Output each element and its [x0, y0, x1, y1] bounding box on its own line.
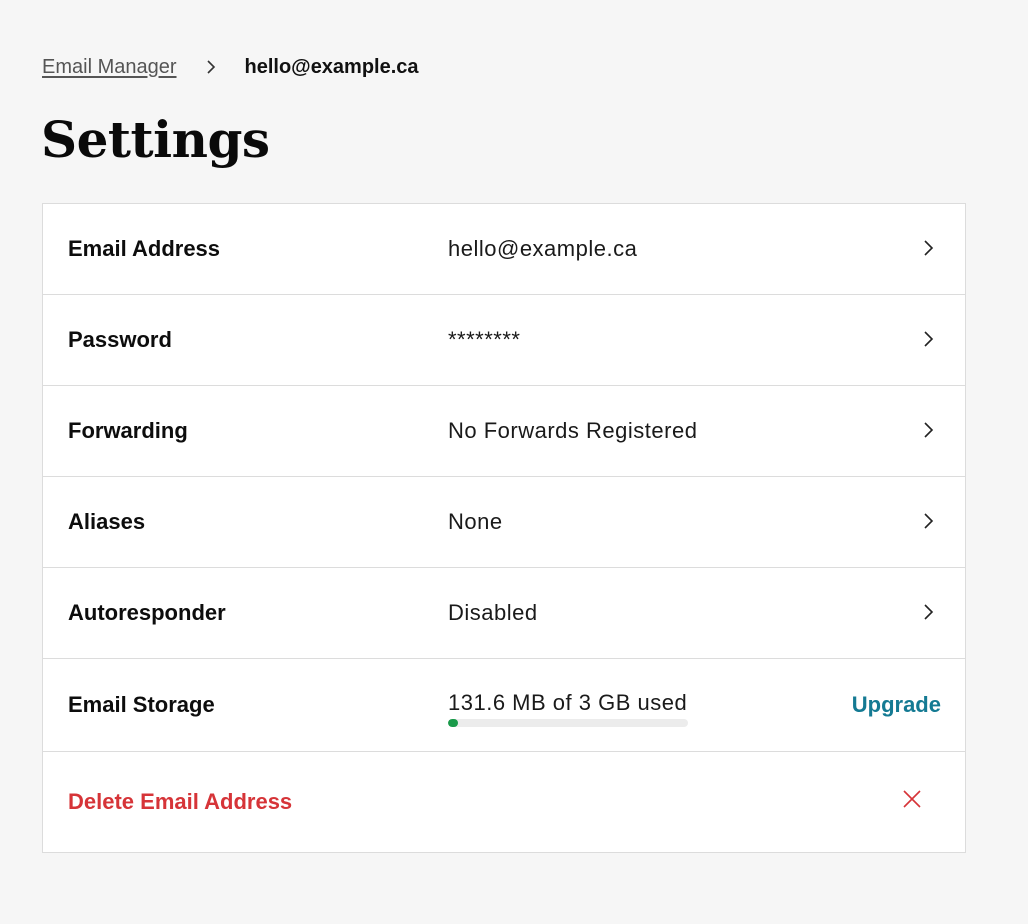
email-storage-row: Email Storage 131.6 MB of 3 GB used Upgr… [43, 659, 965, 752]
chevron-right-icon [199, 55, 223, 79]
aliases-value: None [448, 509, 503, 534]
forwarding-label: Forwarding [68, 418, 188, 443]
breadcrumb: Email Manager hello@example.ca [42, 54, 419, 80]
autoresponder-row[interactable]: Autoresponder Disabled [43, 568, 965, 659]
delete-email-address-label: Delete Email Address [68, 789, 293, 814]
autoresponder-value: Disabled [448, 600, 538, 625]
chevron-right-icon [923, 602, 935, 622]
email-address-label: Email Address [68, 236, 221, 261]
storage-progress-fill [448, 719, 459, 727]
forwarding-row[interactable]: Forwarding No Forwards Registered [43, 386, 965, 477]
upgrade-link[interactable]: Upgrade [852, 659, 941, 751]
chevron-right-icon [923, 238, 935, 258]
password-row[interactable]: Password ******** [43, 295, 965, 386]
storage-progress-bar [448, 719, 688, 727]
close-icon[interactable] [903, 790, 921, 808]
email-storage-label: Email Storage [68, 692, 215, 717]
email-address-value: hello@example.ca [448, 236, 638, 261]
autoresponder-label: Autoresponder [68, 600, 226, 625]
settings-card: Email Address hello@example.ca Password … [42, 203, 966, 853]
chevron-right-icon [923, 420, 935, 440]
storage-usage: 131.6 MB of 3 GB used [448, 689, 688, 727]
chevron-right-icon [923, 511, 935, 531]
page-title: Settings [41, 110, 270, 169]
chevron-right-icon [923, 329, 935, 349]
breadcrumb-email-manager-link[interactable]: Email Manager [42, 56, 177, 79]
breadcrumb-current: hello@example.ca [244, 55, 419, 78]
forwarding-value: No Forwards Registered [448, 418, 698, 443]
delete-email-row[interactable]: Delete Email Address [43, 752, 965, 852]
storage-usage-text: 131.6 MB of 3 GB used [448, 690, 688, 715]
aliases-row[interactable]: Aliases None [43, 477, 965, 568]
password-label: Password [68, 327, 172, 352]
password-value: ******** [448, 327, 521, 352]
aliases-label: Aliases [68, 509, 146, 534]
email-address-row[interactable]: Email Address hello@example.ca [43, 204, 965, 295]
